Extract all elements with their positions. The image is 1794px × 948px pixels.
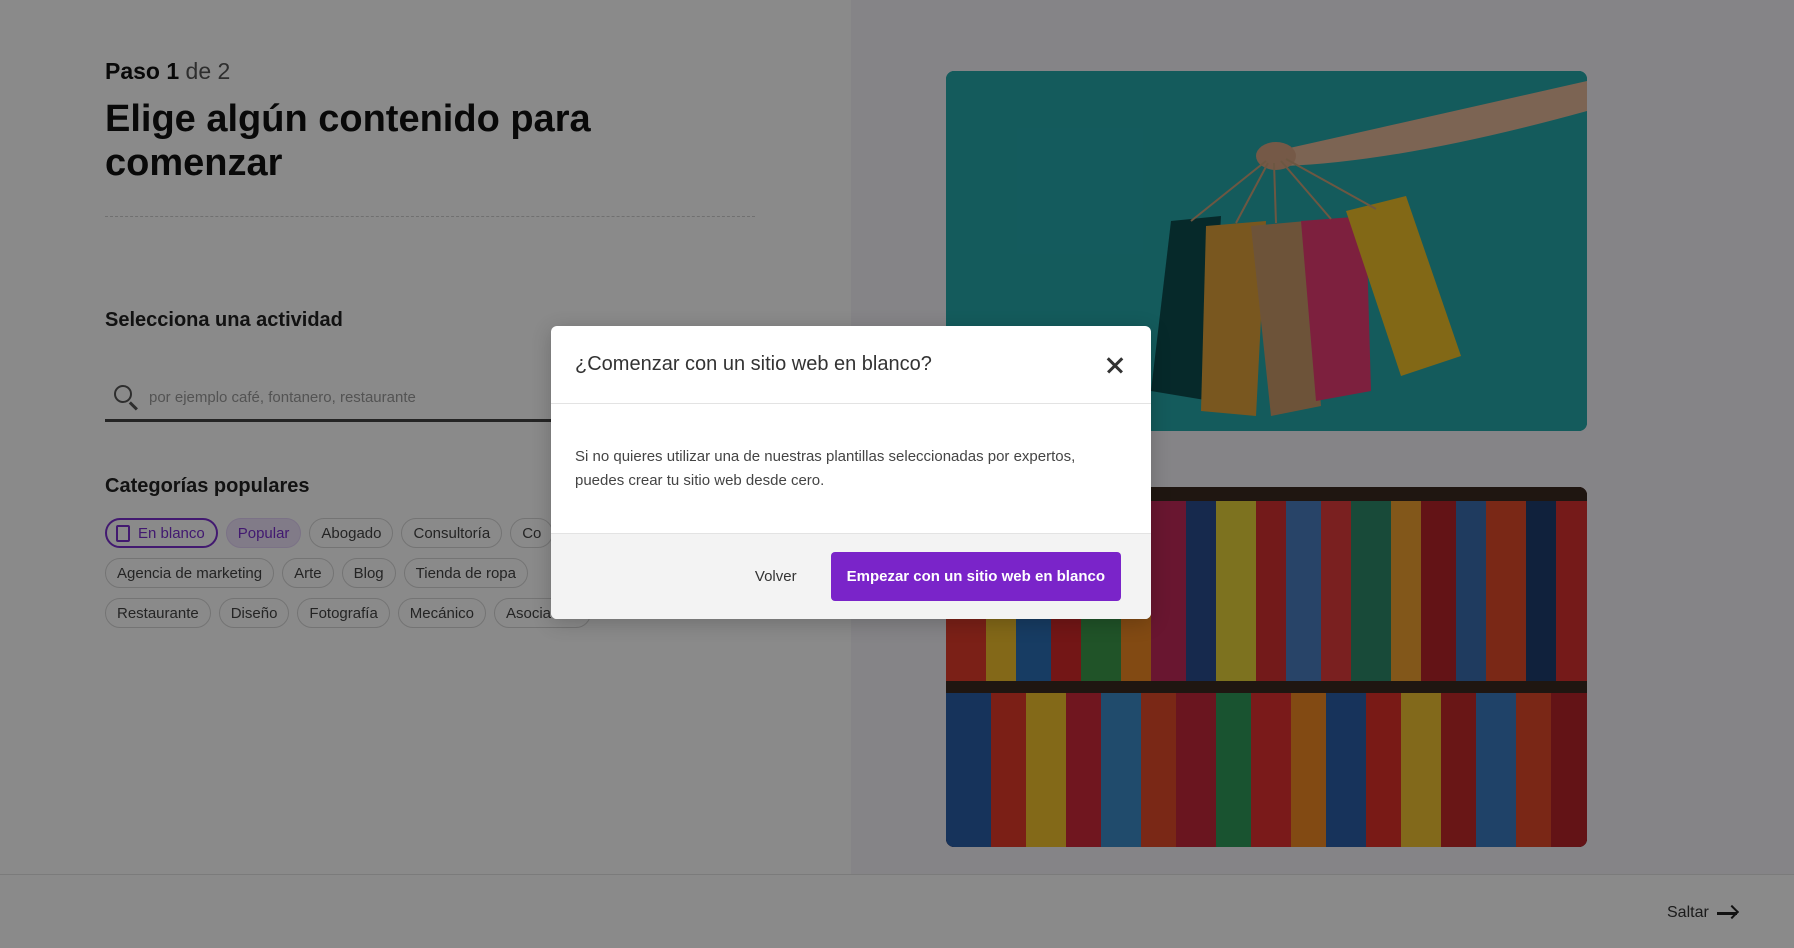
close-icon[interactable] (1103, 353, 1127, 377)
dialog-title: ¿Comenzar con un sitio web en blanco? (575, 353, 932, 375)
back-button[interactable]: Volver (755, 568, 797, 585)
dialog-header: ¿Comenzar con un sitio web en blanco? (551, 326, 1151, 404)
dialog-footer: Volver Empezar con un sitio web en blanc… (551, 533, 1151, 619)
dialog-message: Si no quieres utilizar una de nuestras p… (575, 447, 1076, 489)
start-blank-button[interactable]: Empezar con un sitio web en blanco (830, 552, 1121, 601)
dialog-body: Si no quieres utilizar una de nuestras p… (551, 404, 1151, 533)
blank-site-dialog: ¿Comenzar con un sitio web en blanco? Si… (551, 326, 1151, 619)
